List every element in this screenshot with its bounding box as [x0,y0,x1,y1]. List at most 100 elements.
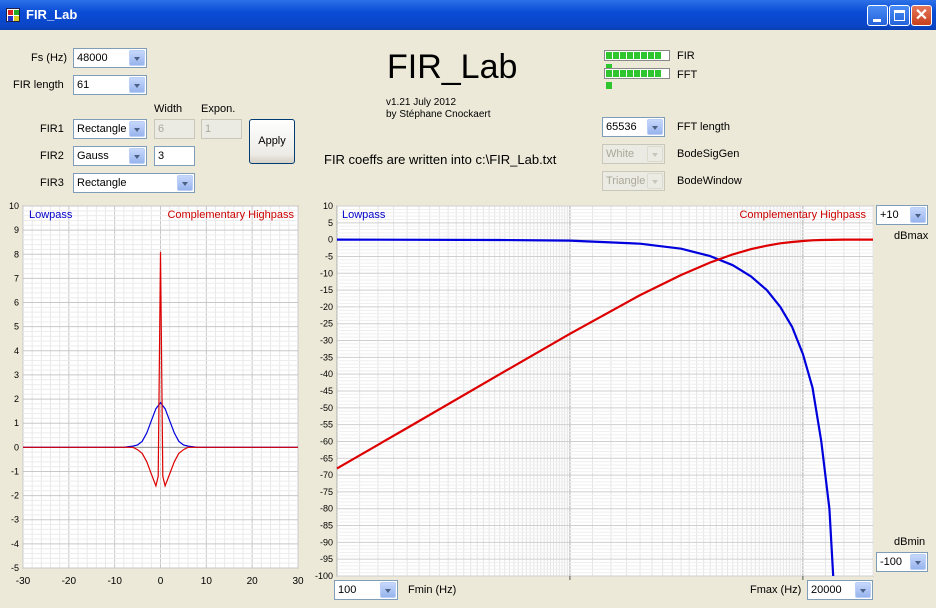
bode-window-label: BodeWindow [677,175,742,187]
chevron-down-icon[interactable] [177,175,193,191]
y-tick-label: -25 [320,319,333,329]
fir3-type-value: Rectangle [77,177,127,189]
y-tick-label: 5 [14,322,19,332]
dbmin-value: -100 [880,556,903,568]
fmax-label: Fmax (Hz) [750,584,802,596]
y-tick-label: 9 [14,225,19,235]
y-tick-label: -95 [320,554,333,564]
chevron-down-icon[interactable] [380,582,396,598]
fmin-value: 100 [338,584,357,596]
bode-siggen-label: BodeSigGen [677,148,740,160]
author-text: by Stéphane Cnockaert [386,109,491,120]
bode-chart: 10 5 0 -5 -10 -15 -20 -25 -30 -35 -40 -45 -50 -55 -60 -… [315,201,874,581]
maximize-button[interactable] [889,5,910,26]
fir-led-label: FIR [677,50,695,62]
expon-header: Expon. [201,103,236,115]
bode-siggen-value: White [606,148,635,160]
fir1-expon-input: 1 [201,119,242,139]
y-tick-label: -75 [320,487,333,497]
fir1-label: FIR1 [40,123,64,135]
app-icon [6,8,20,22]
dbmax-value: +10 [880,209,899,221]
chevron-down-icon[interactable] [129,121,145,137]
chevron-down-icon[interactable] [129,77,145,93]
fir-length-combo[interactable]: 61 [73,75,147,95]
dbmax-combo[interactable]: +10 [876,205,928,225]
x-tick-label: -30 [16,576,31,587]
fft-length-label: FFT length [677,121,730,133]
y-tick-label: -40 [320,369,333,379]
output-note: FIR coeffs are written into c:\FIR_Lab.t… [324,152,557,167]
x-tick-label: 10 [201,576,213,587]
chevron-down-icon[interactable] [855,582,871,598]
y-tick-label: -1 [11,466,19,476]
fs-value: 48000 [77,52,108,64]
y-tick-label: -90 [320,537,333,547]
fir-progress-indicator [604,50,670,71]
apply-button[interactable]: Apply [249,119,295,164]
y-tick-label: 6 [14,298,19,308]
y-tick-label: 1 [14,418,19,428]
width-header: Width [154,103,183,115]
dbmin-combo[interactable]: -100 [876,552,928,572]
y-tick-label: 5 [328,218,333,228]
y-tick-label: -45 [320,386,333,396]
fir-length-label: FIR length [13,79,64,91]
y-tick-label: 4 [14,346,19,356]
maximize-icon [894,10,905,21]
fir1-width-input: 6 [154,119,195,139]
fft-progress-indicator [604,68,670,89]
fmax-combo[interactable]: 20000 [807,580,873,600]
close-button[interactable]: ✕ [911,5,932,26]
bode-siggen-combo: White [602,144,665,164]
y-tick-label: -50 [320,403,333,413]
y-tick-label: 7 [14,273,19,283]
title-bar[interactable]: FIR_Lab ✕ [0,0,936,30]
chevron-down-icon[interactable] [647,119,663,135]
fft-led-label: FFT [677,69,698,81]
fir3-type-combo[interactable]: Rectangle [73,173,195,193]
bode-legend-lowpass: Lowpass [342,209,386,221]
chevron-down-icon[interactable] [910,554,926,570]
fmax-value: 20000 [811,584,842,596]
version-text: v1.21 July 2012 [386,97,457,108]
chevron-down-icon[interactable] [910,207,926,223]
y-tick-label: 2 [14,394,19,404]
y-tick-label: -100 [315,571,333,581]
minimize-icon [873,19,881,22]
fs-combo[interactable]: 48000 [73,48,147,68]
fmin-label: Fmin (Hz) [408,584,457,596]
fir1-type-combo[interactable]: Rectangle [73,119,147,139]
fir3-label: FIR3 [40,177,64,189]
chevron-down-icon [647,173,663,189]
fft-length-value: 65536 [606,121,637,133]
x-tick-label: -20 [62,576,77,587]
y-tick-label: -10 [320,268,333,278]
fir2-label: FIR2 [40,150,64,162]
fir2-type-combo[interactable]: Gauss [73,146,147,166]
y-tick-label: 10 [323,201,333,211]
impulse-response-chart: -30 -20 -10 0 10 20 30-5-4-3-2-1012345678910 L… [9,201,304,587]
y-tick-label: -65 [320,453,333,463]
y-tick-label: -5 [325,251,333,261]
chevron-down-icon[interactable] [129,148,145,164]
fft-length-combo[interactable]: 65536 [602,117,665,137]
y-tick-label: -2 [11,491,19,501]
chevron-down-icon[interactable] [129,50,145,66]
fir-length-value: 61 [77,79,90,91]
dbmin-label: dBmin [894,536,926,548]
x-tick-label: 20 [247,576,259,587]
fir2-width-input[interactable]: 3 [154,146,195,166]
y-tick-label: -15 [320,285,333,295]
fmin-combo[interactable]: 100 [334,580,398,600]
y-tick-label: -70 [320,470,333,480]
bode-window-value: Triangle [606,175,646,187]
y-tick-label: 0 [14,442,19,452]
dbmax-label: dBmax [894,230,929,242]
y-tick-label: -20 [320,302,333,312]
fir2-type-value: Gauss [77,150,109,162]
minimize-button[interactable] [867,5,888,26]
app-title: FIR_Lab [387,48,518,86]
y-tick-label: -4 [11,539,19,549]
y-tick-label: -55 [320,420,333,430]
